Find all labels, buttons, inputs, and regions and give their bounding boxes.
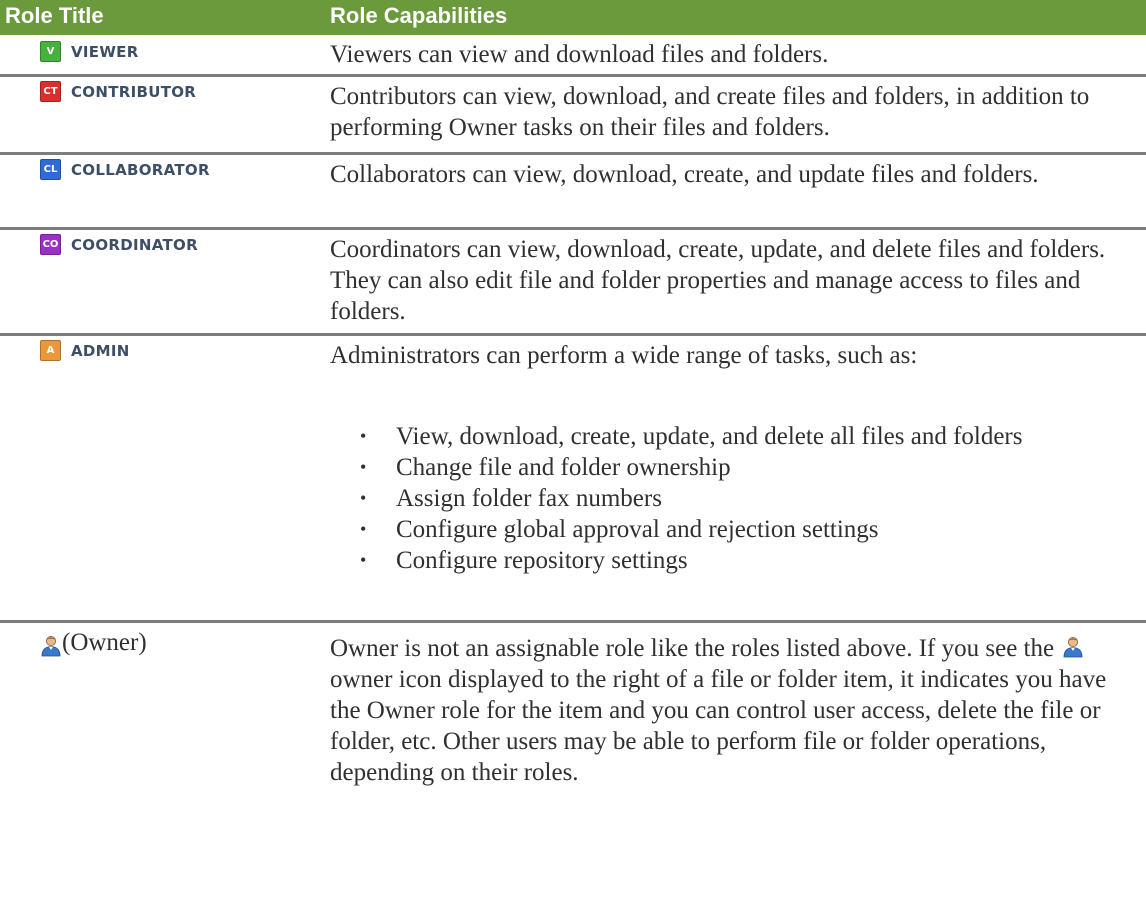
table-row-owner: (Owner) Owner is not an assignable role … [0, 623, 1146, 913]
role-description: Contributors can view, download, and cre… [330, 83, 1090, 141]
owner-user-icon [1063, 637, 1083, 658]
role-name: VIEWER [71, 42, 139, 61]
viewer-badge-icon: V [40, 41, 61, 62]
owner-user-icon [41, 636, 61, 657]
role-title-viewer: V VIEWER [40, 41, 139, 62]
role-name: CONTRIBUTOR [71, 82, 197, 101]
table-header: Role Title Role Capabilities [0, 0, 1146, 35]
role-description: Coordinators can view, download, create,… [330, 236, 1106, 325]
role-name: ADMIN [71, 341, 130, 360]
table-row-contributor: CT CONTRIBUTOR Contributors can view, do… [0, 77, 1146, 147]
table-row-admin: A ADMIN Administrators can perform a wid… [0, 336, 1146, 606]
header-role-capabilities: Role Capabilities [330, 3, 508, 28]
role-description: Viewers can view and download files and … [330, 41, 829, 68]
list-item: View, download, create, update, and dele… [330, 421, 1130, 452]
role-name: COLLABORATOR [71, 160, 210, 179]
owner-text-after: owner icon displayed to the right of a f… [330, 666, 1107, 786]
table-row-viewer: V VIEWER Viewers can view and download f… [0, 35, 1146, 72]
owner-text-before: Owner is not an assignable role like the… [330, 635, 1055, 662]
admin-badge-icon: A [40, 340, 61, 361]
role-title-coordinator: CO COORDINATOR [40, 234, 198, 255]
list-item: Configure repository settings [330, 545, 1130, 576]
role-description: Collaborators can view, download, create… [330, 161, 1039, 188]
list-item: Configure global approval and rejection … [330, 514, 1130, 545]
admin-task-list: View, download, create, update, and dele… [330, 421, 1130, 576]
list-item: Assign folder fax numbers [330, 483, 1130, 514]
role-description: Owner is not an assignable role like the… [330, 633, 1130, 788]
contributor-badge-icon: CT [40, 81, 61, 102]
role-title-admin: A ADMIN [40, 340, 130, 361]
role-name: COORDINATOR [71, 235, 198, 254]
role-title-collaborator: CL COLLABORATOR [40, 159, 210, 180]
role-title-contributor: CT CONTRIBUTOR [40, 81, 196, 102]
role-title-owner: (Owner) [40, 629, 147, 657]
owner-label: (Owner) [62, 629, 147, 656]
admin-intro: Administrators can perform a wide range … [330, 342, 918, 369]
coordinator-badge-icon: CO [40, 234, 61, 255]
table-row-collaborator: CL COLLABORATOR Collaborators can view, … [0, 155, 1146, 225]
collaborator-badge-icon: CL [40, 159, 61, 180]
role-description: Administrators can perform a wide range … [330, 340, 1130, 576]
list-item: Change file and folder ownership [330, 452, 1130, 483]
table-row-coordinator: CO COORDINATOR Coordinators can view, do… [0, 230, 1146, 330]
header-role-title: Role Title [5, 3, 104, 28]
